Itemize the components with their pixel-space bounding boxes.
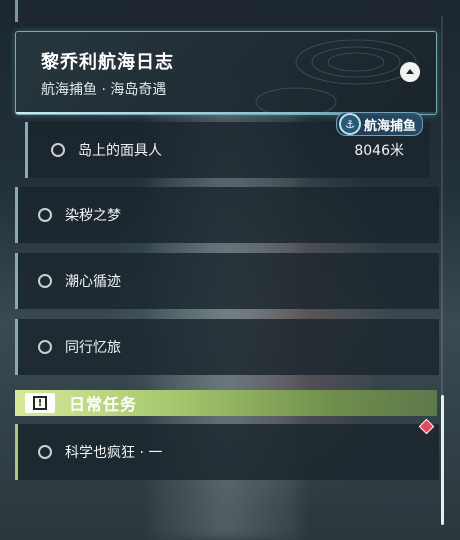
fishing-tag-badge: ⚓ 航海捕鱼 [336,112,424,136]
sub-quest-distance: 8046米 [354,143,404,159]
anchor-icon: ⚓ [339,113,361,135]
scrollbar-thumb[interactable] [441,395,444,525]
quest-item[interactable]: 染秽之梦 [15,187,439,243]
daily-quest-label: 科学也疯狂 · 一 [65,445,163,461]
sub-quest-label: 岛上的面具人 [78,143,162,159]
quest-group-subtitle: 航海捕鱼 · 海岛奇遇 [41,82,167,98]
quest-label: 潮心循迹 [65,274,121,290]
exclamation-icon: ! [25,393,55,413]
daily-quests-header[interactable]: ! 日常任务 [15,390,437,416]
daily-quest-item[interactable]: 科学也疯狂 · 一 [15,424,439,480]
quest-status-circle-icon [38,340,52,354]
quest-status-circle-icon [38,445,52,459]
quest-item[interactable]: 潮心循迹 [15,253,439,309]
quest-entry-partial[interactable] [15,0,433,22]
quest-group-title: 黎乔利航海日志 [41,52,174,73]
daily-quests-title: 日常任务 [69,395,138,414]
quest-status-circle-icon [51,143,65,157]
fishing-tag-label: 航海捕鱼 [364,118,417,134]
quest-status-circle-icon [38,208,52,222]
quest-status-circle-icon [38,274,52,288]
chevron-up-icon [406,69,414,74]
collapse-button[interactable] [400,62,420,82]
quest-group-header[interactable]: 黎乔利航海日志 航海捕鱼 · 海岛奇遇 [15,31,437,115]
quest-label: 染秽之梦 [65,208,121,224]
quest-item[interactable]: 同行忆旅 [15,319,439,375]
quest-label: 同行忆旅 [65,340,121,356]
